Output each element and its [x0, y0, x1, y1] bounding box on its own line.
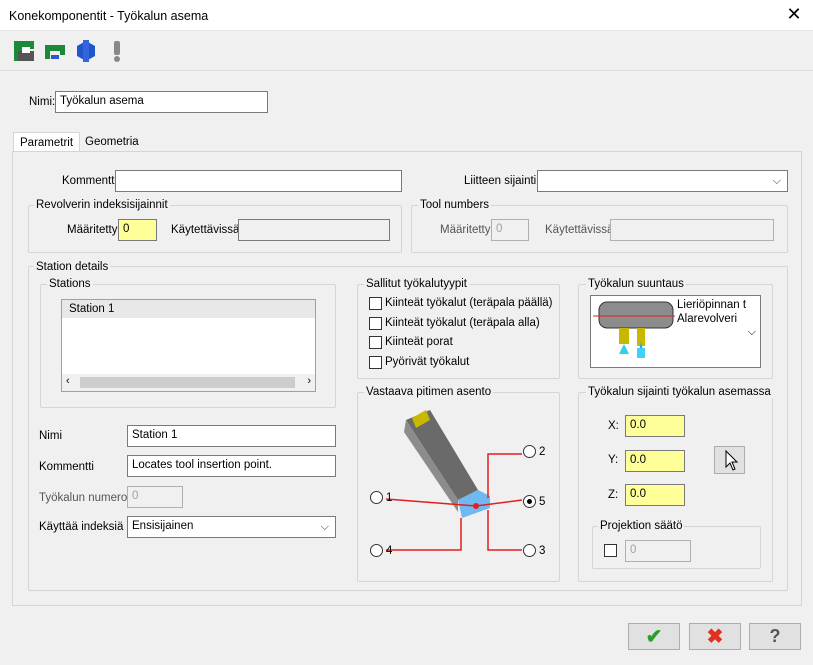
scroll-right-icon[interactable]: ›: [307, 375, 311, 387]
holder-label-3: 3: [539, 545, 546, 557]
holder-radio-4[interactable]: [370, 544, 383, 557]
cancel-button[interactable]: ✖: [689, 623, 741, 650]
scroll-thumb[interactable]: [80, 377, 295, 388]
x-input[interactable]: 0.0: [625, 415, 685, 437]
ok-button[interactable]: ✔: [628, 623, 680, 650]
attach-label: Liitteen sijainti: [464, 175, 537, 187]
allowed-checkbox-1[interactable]: [369, 297, 382, 310]
scroll-left-icon[interactable]: ‹: [66, 375, 70, 387]
projection-checkbox[interactable]: [604, 544, 617, 557]
holder-radio-3[interactable]: [523, 544, 536, 557]
station-details-title: Station details: [34, 261, 111, 273]
cursor-icon: [725, 449, 739, 471]
defined-label: Määritetty: [67, 224, 118, 236]
window-title: Konekomponentit - Työkalun asema: [9, 9, 209, 23]
station-comment-input[interactable]: Locates tool insertion point.: [127, 455, 336, 477]
name-input[interactable]: Työkalun asema: [55, 91, 268, 113]
list-item[interactable]: Station 1: [62, 300, 315, 318]
name-label: Nimi:: [29, 96, 56, 108]
holder-radio-5[interactable]: [523, 495, 536, 508]
chevron-down-icon: ⌵: [772, 174, 781, 187]
holder-label-5: 5: [539, 496, 546, 508]
holder-title: Vastaava pitimen asento: [364, 386, 494, 398]
tn-available-field: [610, 219, 774, 241]
x-label: X:: [608, 420, 619, 432]
comment-label: Kommentti: [62, 175, 117, 187]
available-label: Käytettävissä: [171, 224, 240, 236]
orientation-select[interactable]: Lieriöpinnan t Alarevolveri ⌵: [590, 295, 761, 368]
stations-list[interactable]: Station 1 ‹ ›: [61, 299, 316, 392]
tn-available-label: Käytettävissä: [545, 224, 614, 236]
allowed-label-2: Kiinteät työkalut (teräpala alla): [385, 317, 540, 329]
pick-button[interactable]: [714, 446, 745, 474]
defined-input[interactable]: 0: [118, 219, 157, 241]
help-button[interactable]: ?: [749, 623, 801, 650]
projection-input: 0: [625, 540, 691, 562]
orientation-title: Työkalun suuntaus: [586, 278, 686, 290]
tab-parametrit[interactable]: Parametrit: [13, 132, 81, 152]
y-input[interactable]: 0.0: [625, 450, 685, 472]
orientation-line1: Lieriöpinnan t: [677, 299, 747, 311]
orientation-preview-icon: [593, 301, 675, 358]
horizontal-scrollbar[interactable]: ‹ ›: [62, 374, 315, 391]
holder-label-4: 4: [386, 545, 393, 557]
available-field: [238, 219, 390, 241]
toolnum-input: 0: [127, 486, 183, 508]
holder-radio-1[interactable]: [370, 491, 383, 504]
allowed-label-1: Kiinteät työkalut (teräpala päällä): [385, 297, 553, 309]
y-label: Y:: [608, 454, 619, 466]
z-label: Z:: [608, 489, 619, 501]
allowed-checkbox-3[interactable]: [369, 336, 382, 349]
allowed-checkbox-2[interactable]: [369, 317, 382, 330]
toolnum-label: Työkalun numero: [39, 492, 128, 504]
warning-icon[interactable]: [105, 39, 129, 63]
station-comment-label: Kommentti: [39, 461, 94, 473]
stations-title: Stations: [47, 278, 93, 290]
station-icon[interactable]: [12, 39, 36, 63]
chevron-down-icon: ⌵: [747, 325, 756, 338]
station-name-input[interactable]: Station 1: [127, 425, 336, 447]
toolbar: [0, 31, 813, 71]
toolnumbers-group-title: Tool numbers: [418, 199, 492, 211]
allowed-checkbox-4[interactable]: [369, 356, 382, 369]
comment-input[interactable]: [115, 170, 402, 192]
holder-label-1: 1: [386, 492, 393, 504]
position-title: Työkalun sijainti työkalun asemassa: [586, 386, 773, 398]
tn-defined-input: 0: [491, 219, 529, 241]
z-input[interactable]: 0.0: [625, 484, 685, 506]
orientation-line2: Alarevolveri: [677, 313, 738, 325]
allowed-label-4: Pyörivät työkalut: [385, 356, 470, 368]
holder-label-2: 2: [539, 446, 546, 458]
close-icon[interactable]: ✕: [783, 4, 805, 26]
revolver-group-title: Revolverin indeksisijainnit: [34, 199, 170, 211]
index-label: Käyttää indeksiä: [39, 521, 124, 533]
attach-select[interactable]: ⌵: [537, 170, 788, 192]
chevron-down-icon: ⌵: [320, 520, 329, 533]
holder-icon[interactable]: [43, 39, 67, 63]
title-bar: Konekomponentit - Työkalun asema ✕: [0, 0, 813, 31]
station-name-label: Nimi: [39, 430, 62, 442]
nut-icon[interactable]: [74, 39, 98, 63]
holder-radio-2[interactable]: [523, 445, 536, 458]
tn-defined-label: Määritetty: [440, 224, 491, 236]
index-value: Ensisijainen: [132, 520, 194, 532]
allowed-title: Sallitut työkalutyypit: [364, 278, 469, 290]
allowed-label-3: Kiinteät porat: [385, 336, 453, 348]
projection-title: Projektion säätö: [598, 520, 685, 532]
index-select[interactable]: Ensisijainen ⌵: [127, 516, 336, 538]
